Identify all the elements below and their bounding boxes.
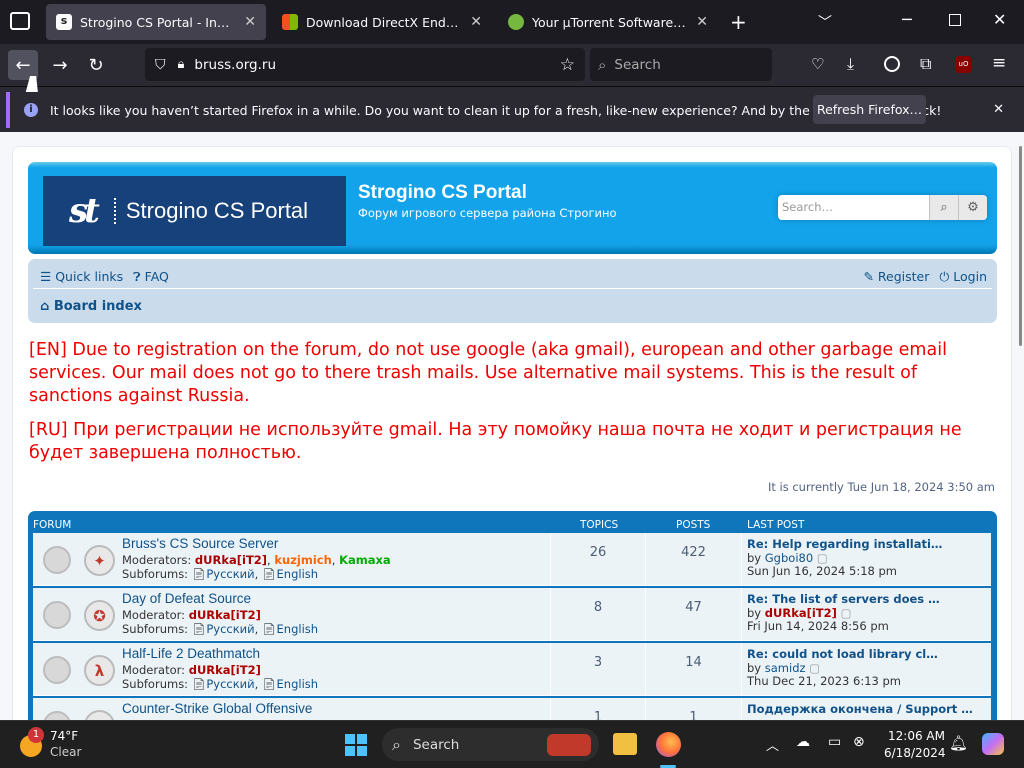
menu-icon[interactable]: ≡ <box>992 53 1006 73</box>
tab-utorrent[interactable]: Your µTorrent Software is Up to ✕ <box>498 4 718 40</box>
weather-badge: 1 <box>28 727 44 743</box>
new-tab-button[interactable]: + <box>730 10 747 34</box>
forum-search-input[interactable]: Search… <box>778 195 929 220</box>
view-post-icon[interactable]: ▢ <box>817 551 828 565</box>
bookmark-star-icon[interactable]: ☆ <box>560 55 575 75</box>
maximize-button[interactable] <box>949 14 961 26</box>
strogino-favicon: ѕ <box>56 14 72 30</box>
site-logo[interactable]: st Strogino CS Portal <box>43 176 346 246</box>
breadcrumb[interactable]: ⌂ Board index <box>40 299 142 314</box>
windows-start-icon[interactable] <box>345 734 367 756</box>
reload-button[interactable]: ↻ <box>81 50 111 80</box>
search-highlight-icon <box>547 734 591 756</box>
shield-icon[interactable]: ⛉ <box>155 57 166 73</box>
forum-read-icon <box>43 546 71 574</box>
browser-search-bar[interactable]: ⌕ Search <box>590 48 772 81</box>
csgo-game-icon: ● <box>84 710 115 720</box>
forum-table: FORUM TOPICS POSTS LAST POST ✦ Bruss's C… <box>28 511 997 720</box>
site-header: st Strogino CS Portal Strogino CS Portal… <box>28 162 997 254</box>
view-post-icon[interactable]: ▢ <box>841 606 852 620</box>
tab-overflow-chevron-icon[interactable]: ﹀ <box>818 12 832 32</box>
forum-search: Search… ⌕ ⚙ <box>778 195 987 220</box>
power-icon: ⏻ <box>939 269 950 284</box>
search-icon: ⌕ <box>598 55 607 74</box>
table-row: ✪ Day of Defeat Source Moderator: dURka[… <box>33 588 991 641</box>
forum-read-icon <box>43 711 71 720</box>
web-page: st Strogino CS Portal Strogino CS Portal… <box>0 132 1024 720</box>
notification-bar: i It looks like you haven’t started Fire… <box>0 86 1024 132</box>
forum-read-icon <box>43 601 71 629</box>
lock-icon[interactable]: 🔒︎ <box>178 57 185 72</box>
notice-ru: [RU] При регистрации не используйте gmai… <box>29 420 962 463</box>
question-icon: ❓︎ <box>133 269 141 284</box>
faq-link[interactable]: ❓︎ FAQ <box>133 269 169 285</box>
table-row: λ Half-Life 2 Deathmatch Moderator: dURk… <box>33 643 991 696</box>
register-link[interactable]: ✎ Register <box>863 269 929 285</box>
search-button[interactable]: ⌕ <box>929 195 958 220</box>
copilot-icon[interactable] <box>982 733 1004 755</box>
firefox-icon[interactable] <box>656 732 681 757</box>
cloud-off-icon[interactable]: ☁ <box>796 734 810 750</box>
tab-bar: ѕ Strogino CS Portal - Index page ✕ Down… <box>0 0 1024 44</box>
forum-title[interactable]: Half-Life 2 Deathmatch <box>122 646 260 661</box>
close-tab-icon[interactable]: ✕ <box>696 14 708 30</box>
forum-title[interactable]: Counter-Strike Global Offensive <box>122 701 312 716</box>
close-window-button[interactable]: ✕ <box>993 10 1006 29</box>
close-tab-icon[interactable]: ✕ <box>470 14 482 30</box>
quick-links[interactable]: ☰ Quick links <box>40 269 123 285</box>
taskbar-search[interactable]: ⌕ Search <box>382 728 599 761</box>
url-bar[interactable]: ⛉ 🔒︎ bruss.org.ru ☆ <box>145 48 585 81</box>
refresh-firefox-button[interactable]: Refresh Firefox… <box>813 95 926 124</box>
advanced-search-gear-icon[interactable]: ⚙ <box>958 195 987 220</box>
page-scrollbar[interactable] <box>1019 146 1022 346</box>
network-icon[interactable]: ⊗ <box>853 734 865 750</box>
pocket-icon[interactable]: ♡ <box>811 55 824 73</box>
css-game-icon: ✦ <box>84 545 115 576</box>
site-title: Strogino CS Portal <box>358 182 527 203</box>
login-link[interactable]: ⏻ Login <box>939 269 987 285</box>
downloads-icon[interactable]: ⤓ <box>847 54 854 74</box>
announcement: [EN] Due to registration on the forum, d… <box>29 339 989 476</box>
ublock-icon[interactable]: uO <box>955 56 972 73</box>
show-hidden-icons-chevron-icon[interactable]: ︿ <box>766 735 779 754</box>
tab-list-icon[interactable] <box>10 12 30 30</box>
taskbar: 1 74°F Clear ⌕ Search ︿ ☁ ▭ ⊗ 12:06 AM 6… <box>0 720 1024 768</box>
notification-bell-icon[interactable]: 🔔︎ <box>949 734 968 752</box>
display-icon[interactable]: ▭ <box>828 734 841 750</box>
table-row: ✦ Bruss's CS Source Server Moderators: d… <box>33 533 991 586</box>
search-icon: ⌕ <box>392 734 401 754</box>
close-tab-icon[interactable]: ✕ <box>244 14 256 30</box>
hamburger-icon: ☰ <box>40 269 52 284</box>
utorrent-favicon <box>508 14 524 30</box>
extensions-icon[interactable]: ⧉ <box>920 54 931 74</box>
tab-directx[interactable]: Download DirectX End-User Ru ✕ <box>272 4 492 40</box>
forum-read-icon <box>43 656 71 684</box>
file-explorer-icon[interactable] <box>613 733 637 755</box>
site-description: Форум игрового сервера района Строгино <box>358 206 617 220</box>
notice-en: [EN] Due to registration on the forum, d… <box>29 340 947 406</box>
tab-strogino[interactable]: ѕ Strogino CS Portal - Index page ✕ <box>46 4 266 40</box>
forward-button[interactable]: → <box>45 50 75 80</box>
view-post-icon[interactable]: ▢ <box>809 661 820 675</box>
close-notification-icon[interactable]: ✕ <box>993 102 1004 117</box>
home-icon: ⌂ <box>40 299 50 314</box>
forum-title[interactable]: Day of Defeat Source <box>122 591 251 606</box>
current-time: It is currently Tue Jun 18, 2024 3:50 am <box>767 480 995 494</box>
forum-navbar: ☰ Quick links ❓︎ FAQ ✎ Register ⏻ Login … <box>28 259 997 323</box>
microsoft-favicon <box>282 14 298 30</box>
hl2-lambda-icon: λ <box>84 655 115 686</box>
forum-title[interactable]: Bruss's CS Source Server <box>122 536 278 551</box>
edit-icon: ✎ <box>863 269 874 284</box>
table-row: ● Counter-Strike Global Offensive 1 1 По… <box>33 698 991 720</box>
weather-widget[interactable]: 1 74°F Clear <box>18 727 108 763</box>
minimize-button[interactable]: ─ <box>902 10 912 29</box>
account-icon[interactable] <box>884 56 900 72</box>
dods-game-icon: ✪ <box>84 600 115 631</box>
forum-table-header: FORUM TOPICS POSTS LAST POST <box>33 519 805 531</box>
info-icon: i <box>24 103 38 117</box>
